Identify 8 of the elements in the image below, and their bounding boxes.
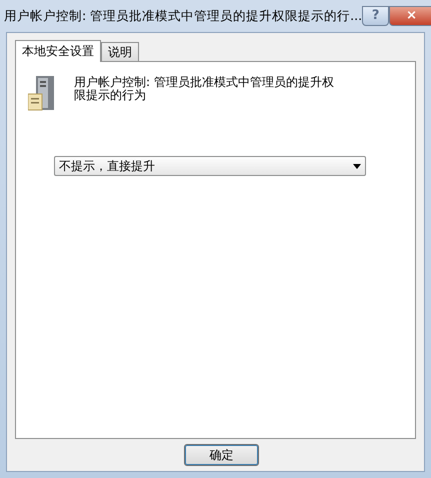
help-button[interactable]: ? xyxy=(362,6,390,26)
tab[interactable]: 说明 xyxy=(101,42,139,61)
policy-dropdown[interactable]: 不提示，直接提升 xyxy=(54,156,366,176)
caret-icon xyxy=(353,164,361,168)
tab[interactable]: 本地安全设置 xyxy=(15,40,101,62)
ok-button[interactable]: 确定 xyxy=(184,444,259,466)
policy-description: 用户帐户控制: 管理员批准模式中管理员的提升权限提示的行为 xyxy=(74,76,334,102)
window-title: 用户帐户控制: 管理员批准模式中管理员的提升权限提示的行... xyxy=(4,6,362,25)
